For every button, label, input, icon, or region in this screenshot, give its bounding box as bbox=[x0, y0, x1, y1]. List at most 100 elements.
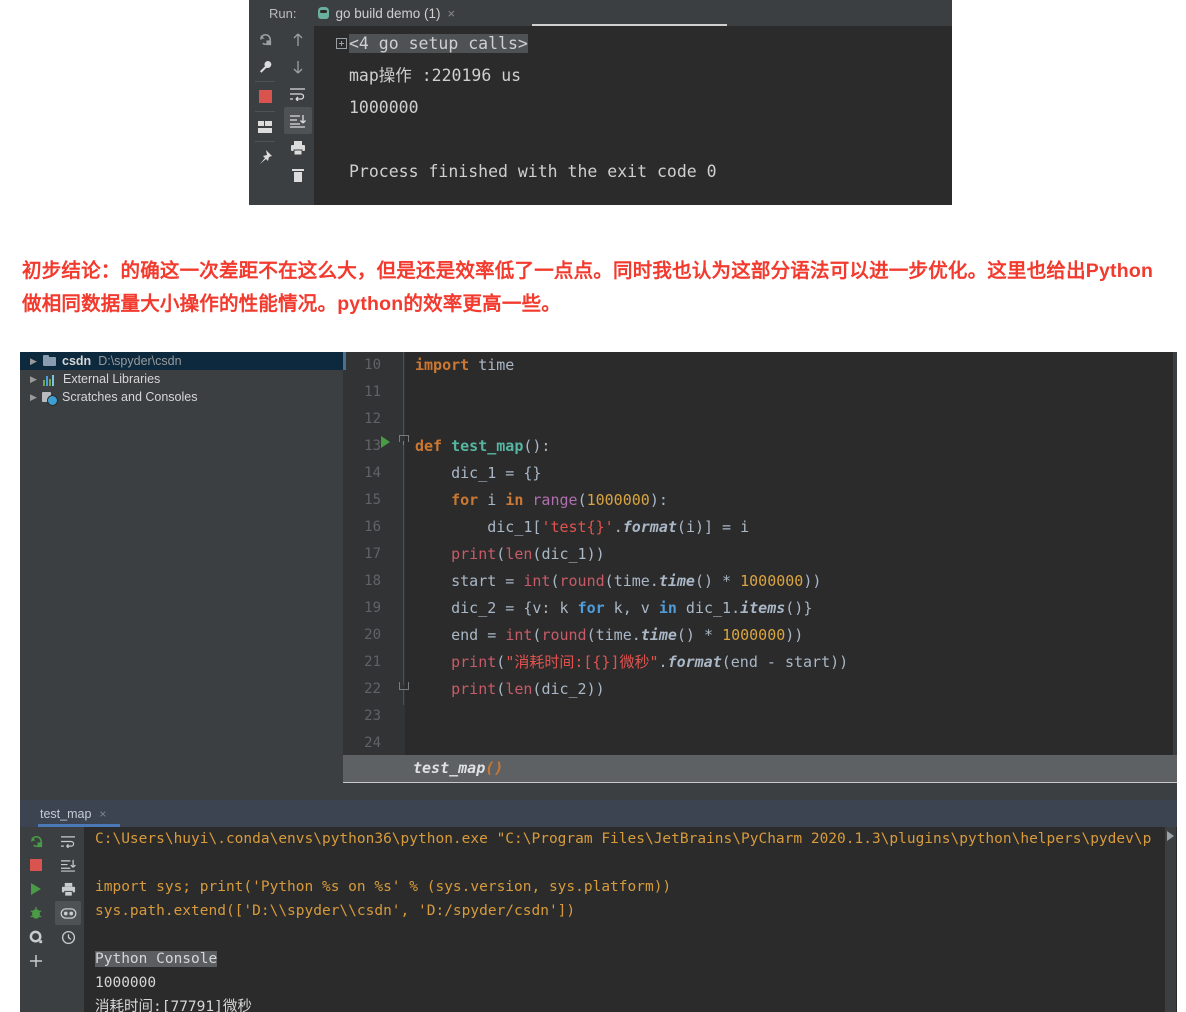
scroll-to-end-icon[interactable] bbox=[55, 853, 81, 877]
line-number: 16 bbox=[364, 519, 381, 535]
code-line: import time bbox=[415, 356, 515, 374]
toolbar-divider bbox=[255, 141, 275, 142]
line-number: 17 bbox=[364, 546, 381, 562]
tree-item-csdn[interactable]: ▶ csdn D:\spyder\csdn bbox=[20, 352, 343, 370]
scroll-up-icon[interactable] bbox=[284, 26, 312, 53]
run-output-line: Process finished with the exit code 0 bbox=[349, 162, 717, 181]
code-line: print("消耗时间:[{}]微秒".format(end - start)) bbox=[451, 653, 849, 671]
run-output-line: map操作 :220196 us bbox=[349, 66, 522, 85]
console-toolbar-left bbox=[20, 827, 52, 1012]
run-line-icon[interactable] bbox=[381, 436, 390, 448]
run-toolbar-right bbox=[281, 26, 314, 205]
line-number: 18 bbox=[364, 573, 381, 589]
pin-icon[interactable] bbox=[251, 143, 279, 170]
line-number: 11 bbox=[364, 384, 381, 400]
tree-item-label: Scratches and Consoles bbox=[62, 390, 198, 404]
code-text-area[interactable]: import time def test_map(): dic_1 = {} f… bbox=[405, 352, 1177, 800]
line-number: 19 bbox=[364, 600, 381, 616]
close-icon[interactable]: × bbox=[99, 807, 106, 821]
scroll-to-end-icon[interactable] bbox=[283, 107, 312, 134]
line-number: 21 bbox=[364, 654, 381, 670]
tree-item-external-libraries[interactable]: ▶ External Libraries bbox=[20, 370, 343, 388]
fold-guide bbox=[403, 445, 404, 685]
console-line: import sys; print('Python %s on %s' % (s… bbox=[95, 879, 672, 895]
tree-item-path: D:\spyder\csdn bbox=[98, 354, 182, 368]
console-scrollbar[interactable] bbox=[1165, 827, 1176, 1012]
run-tab-go-build-demo[interactable]: go build demo (1) × bbox=[318, 0, 455, 26]
line-number: 22 bbox=[364, 681, 381, 697]
run-output-line: 1000000 bbox=[349, 98, 419, 117]
soft-wrap-icon[interactable] bbox=[55, 829, 81, 853]
library-icon bbox=[42, 373, 58, 386]
chevron-right-icon[interactable]: ▶ bbox=[30, 374, 42, 385]
annotation-text: 初步结论：的确这一次差距不在这么大，但是还是效率低了一点点。同时我也认为这部分语… bbox=[22, 260, 1154, 315]
debug-icon[interactable] bbox=[23, 901, 49, 925]
run-toolbar-left bbox=[249, 26, 281, 205]
sticky-function-header[interactable]: test_map() bbox=[343, 755, 1177, 783]
expand-icon[interactable] bbox=[336, 38, 347, 49]
run-output: <4 go setup calls> map操作 :220196 us 1000… bbox=[314, 26, 952, 205]
code-line: def test_map(): bbox=[415, 437, 551, 455]
console-tab-bar: test_map × bbox=[20, 800, 1177, 827]
rerun-icon[interactable] bbox=[23, 829, 49, 853]
print-icon[interactable] bbox=[284, 134, 312, 161]
scroll-down-icon[interactable] bbox=[284, 53, 312, 80]
editor-bottom-strip bbox=[343, 783, 1177, 800]
sticky-function-parens: () bbox=[485, 759, 504, 777]
scroll-right-icon[interactable] bbox=[1167, 831, 1174, 841]
run-output-text: <4 go setup calls> bbox=[349, 34, 528, 53]
line-number: 13 bbox=[364, 438, 381, 454]
run-icon[interactable] bbox=[23, 877, 49, 901]
line-number: 10 bbox=[364, 357, 381, 373]
console-toolbar-right bbox=[52, 827, 84, 1012]
tree-item-scratches-and-consoles[interactable]: ▶ Scratches and Consoles bbox=[20, 388, 343, 406]
history-icon[interactable] bbox=[55, 925, 81, 949]
scratches-icon bbox=[42, 391, 58, 406]
python-console-output[interactable]: C:\Users\huyi\.conda\envs\python36\pytho… bbox=[84, 827, 1177, 1012]
soft-wrap-icon[interactable] bbox=[284, 80, 312, 107]
run-tool-window: Run: go build demo (1) × <4 go setup cal… bbox=[249, 0, 952, 205]
pycharm-window: ▶ csdn D:\spyder\csdn ▶ External Librari… bbox=[20, 352, 1177, 1012]
settings-icon[interactable] bbox=[23, 925, 49, 949]
console-line: Python Console bbox=[84, 947, 1177, 971]
tree-item-label: csdn bbox=[62, 354, 92, 368]
stop-icon[interactable] bbox=[251, 83, 279, 110]
sticky-function-label: test_map() bbox=[413, 759, 504, 777]
toolbar-divider bbox=[255, 81, 275, 82]
wrench-icon[interactable] bbox=[251, 53, 279, 80]
rerun-icon[interactable] bbox=[251, 26, 279, 53]
console-tab-test-map[interactable]: test_map × bbox=[40, 800, 106, 827]
console-line: 消耗时间:[77791]微秒 bbox=[95, 999, 252, 1012]
console-line: sys.path.extend(['D:\\spyder\\csdn', 'D:… bbox=[95, 903, 576, 919]
code-line: print(len(dic_2)) bbox=[451, 680, 605, 698]
chevron-right-icon[interactable]: ▶ bbox=[30, 356, 42, 367]
variables-icon[interactable] bbox=[55, 901, 81, 925]
editor-right-edge bbox=[1173, 352, 1177, 800]
go-gopher-icon bbox=[318, 6, 330, 20]
console-tab-label: test_map bbox=[40, 806, 92, 821]
code-line: dic_1 = {} bbox=[415, 464, 542, 482]
layout-icon[interactable] bbox=[251, 113, 279, 140]
trash-icon[interactable] bbox=[284, 161, 312, 188]
close-icon[interactable]: × bbox=[448, 6, 456, 21]
fold-guide bbox=[403, 352, 404, 436]
stop-icon[interactable] bbox=[23, 853, 49, 877]
console-line: 1000000 bbox=[95, 975, 157, 991]
code-line: for i in range(1000000): bbox=[451, 491, 668, 509]
gutter-change-marker bbox=[343, 352, 346, 370]
print-icon[interactable] bbox=[55, 877, 81, 901]
tree-item-label: External Libraries bbox=[63, 372, 161, 386]
run-tab-label: go build demo (1) bbox=[335, 5, 441, 21]
plus-icon[interactable] bbox=[23, 949, 49, 973]
line-number: 23 bbox=[364, 708, 381, 724]
code-line: dic_2 = {v: k for k, v in dic_1.items()} bbox=[415, 599, 813, 617]
code-editor[interactable]: 10 11 12 13 14 15 16 17 18 19 20 21 22 2… bbox=[343, 352, 1177, 800]
folder-icon bbox=[42, 354, 57, 368]
code-line: start = int(round(time.time() * 1000000)… bbox=[415, 572, 822, 590]
run-output-line: <4 go setup calls> bbox=[314, 28, 952, 60]
chevron-right-icon[interactable]: ▶ bbox=[30, 392, 42, 403]
fold-guide bbox=[403, 690, 404, 705]
line-number: 12 bbox=[364, 411, 381, 427]
